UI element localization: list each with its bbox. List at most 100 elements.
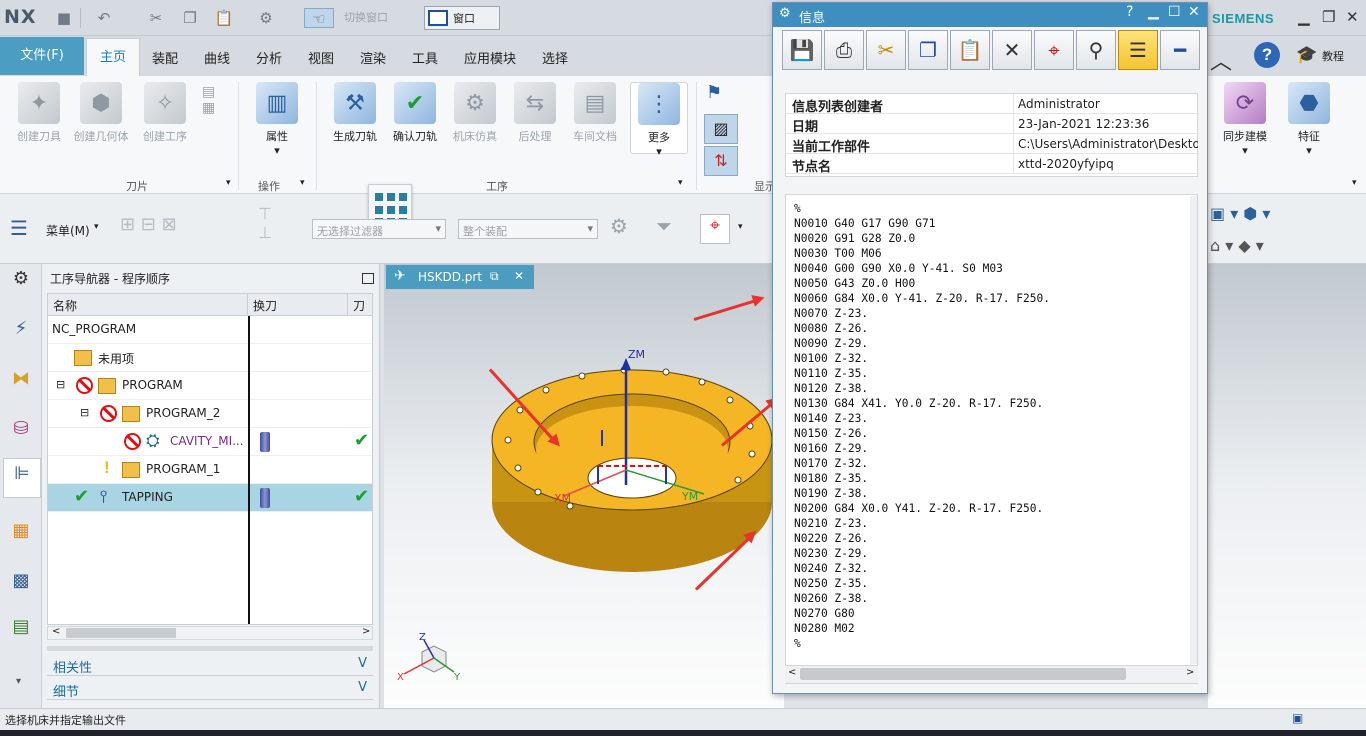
tab-close-icon[interactable]: ✕ [514,269,524,283]
part-navigator-icon[interactable]: ⛁ [6,414,36,444]
part-tab[interactable]: ✈ HSKDD.prt ⧉ ✕ [386,265,534,289]
copy-icon[interactable]: ❐ [908,30,948,70]
verify-toolpath-button[interactable]: ✔ 确认刀轨 [386,82,444,154]
collapse-ribbon-icon[interactable]: ︿ [1210,44,1232,76]
filter-reset-icon[interactable]: ⌖ [700,214,730,244]
code-vertical-scrollbar[interactable] [1190,196,1197,664]
machine-tool-navigator-icon[interactable]: ▦ [6,516,36,546]
feature-button[interactable]: ⬣ 特征 ▾ [1280,82,1338,157]
find-icon[interactable]: ⚲ [1076,30,1116,70]
column-header-name[interactable]: 名称 [48,294,248,316]
target-icon[interactable]: ⌖ [1034,30,1074,70]
splitter[interactable] [47,646,373,651]
paste-icon[interactable]: 📋 [214,8,234,28]
restore-icon[interactable]: ❐ [1322,8,1335,26]
more-button[interactable]: ⋮ 更多 ▾ [630,82,688,158]
column-header-tool-change[interactable]: 换刀 [248,294,348,316]
repeat-command-icon[interactable]: ⚙ [256,8,276,28]
dialog-close-icon[interactable]: ✕ [1188,4,1200,20]
tab-assembly[interactable]: 装配 [152,48,178,67]
create-geometry-button[interactable]: ⬢ 创建几何体 [72,82,130,154]
postprocess-button[interactable]: ⇆ 后处理 [506,82,564,154]
tree-row-tapping[interactable]: ✔ ⫯ TAPPING ✔ [48,484,372,512]
gear-icon[interactable]: ⚙ [6,264,36,294]
minimize-font-icon[interactable]: ━ [1160,30,1200,70]
info-dialog-title-bar[interactable]: ⚙ 信息 [773,3,1207,27]
tab-file[interactable]: 文件(F) [0,37,84,75]
selection-tool-icons[interactable]: ⊞ ⊟ ⊠ [120,214,230,244]
group-menu-icon[interactable]: ▾ [678,178,683,188]
tab-tools[interactable]: 工具 [412,48,438,67]
machine-simulation-button[interactable]: ⚙ 机床仿真 [446,82,504,154]
graduation-cap-icon[interactable]: 🎓 [1296,45,1317,65]
column-header-toolpath[interactable]: 刀轨 [348,294,372,316]
properties-button[interactable]: ▥ 属性 ▾ [248,82,306,157]
tab-render[interactable]: 渲染 [360,48,386,67]
operation-navigator-icon[interactable]: ⊫ [3,458,41,498]
print-icon[interactable]: ⎙ [824,30,864,70]
scroll-left-icon[interactable]: < [788,667,796,678]
chevron-down-icon[interactable]: ▾ [738,222,743,232]
create-tool-button[interactable]: ✦ 创建刀具 [10,82,68,154]
shop-documentation-button[interactable]: ▤ 车间文档 [566,82,624,154]
tutorial-label[interactable]: 教程 [1322,48,1344,64]
part-model-view[interactable]: ZM XM YM Z X Y [384,290,784,708]
scrollbar-thumb[interactable] [800,668,1126,680]
tree-row-nc-program[interactable]: NC_PROGRAM [48,316,372,344]
generate-toolpath-button[interactable]: ⚒ 生成刀轨 [326,82,384,154]
tab-view[interactable]: 视图 [308,48,334,67]
chevron-down-icon[interactable]: ▾ [94,222,99,232]
fullscreen-icon[interactable]: ▣ [1292,711,1303,725]
assembly-scope-dropdown[interactable]: 整个装配 [458,219,598,239]
graphics-window-right[interactable] [1208,264,1366,708]
dependencies-panel[interactable]: 相关性 [47,654,373,676]
selection-filter-dropdown[interactable]: 无选择过滤器 [312,219,446,239]
select-feature-icon[interactable]: ⚙ [610,214,628,238]
save-icon[interactable]: 💾 [782,30,822,70]
switch-window-button[interactable]: 切换窗口 [344,9,388,25]
tree-row-cavity-mill[interactable]: ⛭ CAVITY_MI... ✔ [48,428,372,456]
tab-select[interactable]: 选择 [542,48,568,67]
dialog-help-icon[interactable]: ? [1126,4,1133,20]
display-2d-icon[interactable]: ▨ [704,114,738,144]
tree-row-program-2[interactable]: ⊟ PROGRAM_2 [48,400,372,428]
wrap-text-icon[interactable]: ☰ [1118,30,1158,70]
collapse-icon[interactable]: ⊟ [56,378,65,391]
cut-icon[interactable]: ✂ [866,30,906,70]
synchronous-modeling-button[interactable]: ⟳ 同步建模 ▾ [1216,82,1274,157]
group-menu-icon[interactable]: ▾ [300,178,305,188]
constraint-navigator-icon[interactable]: ⧓ [6,364,36,394]
tab-home[interactable]: 主页 [86,38,140,76]
render-icon[interactable]: ⌂ ▾ ◆ ▾ [1210,236,1264,255]
close-icon[interactable]: ✕ [1346,8,1359,26]
nc-code-listing[interactable]: % N0010 G40 G17 G90 G71 N0020 G91 G28 Z0.0… [785,194,1198,684]
resource-bar-menu-icon[interactable]: ▾ [16,676,21,687]
display-toolpath-icon[interactable]: ⚑ [706,82,736,106]
menu-icon[interactable]: ☰ [10,216,44,242]
scroll-right-icon[interactable]: > [1186,667,1194,678]
scroll-right-icon[interactable]: > [362,626,370,637]
machining-feature-icon[interactable]: ▩ [6,566,36,596]
tree-row-unused-items[interactable]: 未用项 [48,344,372,372]
delete-icon[interactable]: ✕ [992,30,1032,70]
maximize-panel-icon[interactable] [362,273,374,284]
dialog-minimize-icon[interactable]: ▁ [1148,4,1159,20]
group-menu-icon[interactable]: ▾ [226,178,231,188]
copy-icon[interactable]: ❐ [180,8,200,28]
cut-icon[interactable]: ✂ [146,8,166,28]
window-menu-button[interactable]: 窗口 [424,6,500,30]
collapse-icon[interactable]: ⊟ [80,406,89,419]
roles-icon[interactable]: ▤ [6,612,36,642]
create-operation-button[interactable]: ✧ 创建工序 [136,82,194,154]
paste-icon[interactable]: 📋 [950,30,990,70]
tab-popout-icon[interactable]: ⧉ [490,269,499,284]
touch-mode-icon[interactable]: ☜ [304,8,334,28]
tree-row-program-1[interactable]: ! PROGRAM_1 [48,456,372,484]
scrollbar-thumb[interactable] [66,628,176,638]
tab-application[interactable]: 应用模块 [464,48,516,67]
minimize-icon[interactable]: ▁ [1298,8,1310,26]
scroll-left-icon[interactable]: < [52,626,60,637]
view-icon[interactable]: ▣ ▾ ⬢ ▾ [1210,204,1270,223]
help-icon[interactable]: ? [1254,42,1280,68]
menu-button[interactable]: 菜单(M) [46,222,90,239]
